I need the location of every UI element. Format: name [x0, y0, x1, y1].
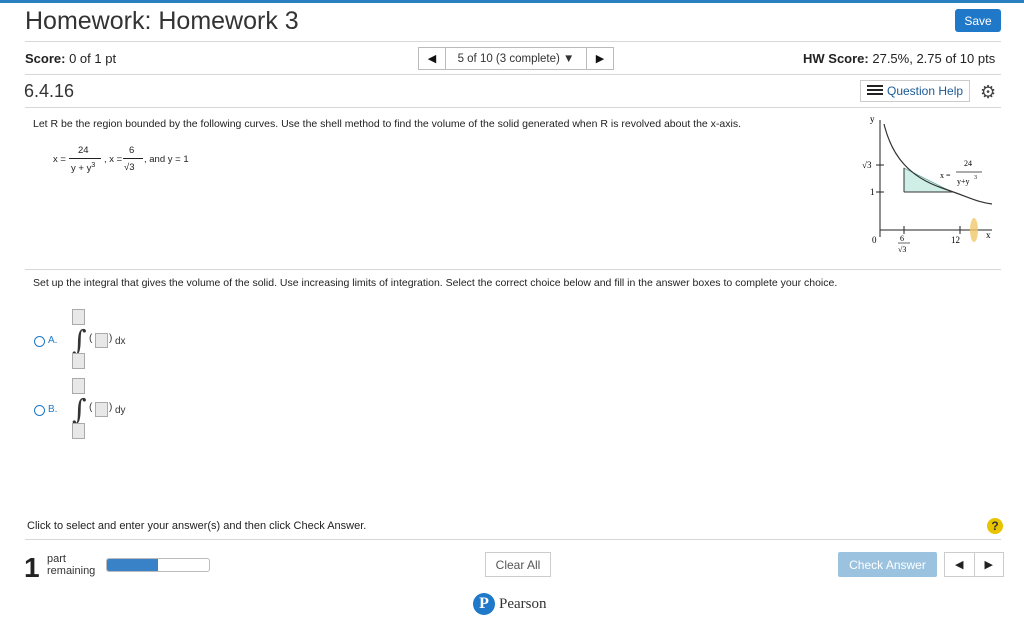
- upper-limit-input-b[interactable]: [72, 378, 85, 394]
- paren-close: ): [109, 333, 113, 344]
- integral-sign: ∫: [72, 393, 87, 426]
- paren-open: (: [89, 333, 93, 344]
- page-title: Homework: Homework 3: [25, 7, 299, 35]
- check-answer-button[interactable]: Check Answer: [838, 552, 937, 577]
- divider: [25, 107, 1001, 108]
- top-accent-bar: [0, 0, 1024, 3]
- clear-all-button[interactable]: Clear All: [485, 552, 551, 577]
- radio-option-b[interactable]: [34, 405, 45, 416]
- footer-question-nav: ◀ ▶: [944, 552, 1004, 577]
- eq1-lhs: x =: [53, 154, 66, 165]
- hw-score-label: HW Score:: [803, 51, 869, 66]
- progress-bar: [106, 558, 210, 572]
- gear-icon[interactable]: ⚙: [980, 82, 996, 103]
- differential-b: dy: [115, 405, 126, 416]
- pearson-logo-text: Pearson: [499, 595, 547, 612]
- prev-question-button[interactable]: ◀: [945, 553, 975, 576]
- eq2-lhs: , x =: [104, 154, 123, 165]
- right-triangle-icon: ▶: [595, 53, 605, 65]
- question-number: 6.4.16: [24, 81, 75, 101]
- divider: [25, 74, 1001, 75]
- fraction-bar: [69, 158, 101, 159]
- y-tick-label: √3: [862, 160, 872, 170]
- score-label: Score:: [25, 51, 66, 66]
- pearson-logo: P Pearson: [473, 593, 547, 615]
- divider: [25, 539, 1001, 540]
- region-graph: y x √3 1 0 6 √3 12 x = 24 y+y 3: [862, 114, 993, 254]
- question-help-label: Question Help: [887, 84, 964, 98]
- x-tick-label: 12: [951, 235, 960, 245]
- parts-remaining-count: 1: [24, 552, 40, 583]
- divider: [25, 41, 1001, 42]
- pearson-logo-mark: P: [473, 593, 495, 615]
- footer-instruction: Click to select and enter your answer(s)…: [27, 520, 367, 532]
- curve-label-lhs: x =: [940, 171, 951, 180]
- help-icon[interactable]: ?: [987, 518, 1003, 534]
- question-help-button[interactable]: Question Help: [860, 80, 970, 102]
- question-select[interactable]: 5 of 10 (3 complete) ▼: [445, 48, 587, 69]
- next-question-button[interactable]: ▶: [587, 48, 613, 69]
- score-value: 0 of 1 pt: [69, 51, 117, 66]
- save-button[interactable]: Save: [955, 9, 1001, 32]
- paren-open: (: [89, 402, 93, 413]
- curve-label-num: 24: [964, 159, 972, 168]
- eq3: , and y = 1: [144, 154, 189, 165]
- progress-fill: [107, 559, 158, 571]
- eq1-numerator: 24: [78, 145, 89, 156]
- left-triangle-icon: ◀: [427, 53, 437, 65]
- curve-label-exp: 3: [974, 175, 977, 181]
- radio-option-a[interactable]: [34, 336, 45, 347]
- setup-instructions: Set up the integral that gives the volum…: [33, 277, 838, 289]
- parts-remaining-label: part remaining: [47, 553, 96, 577]
- score: Score: 0 of 1 pt: [25, 51, 116, 66]
- y-tick-label: 1: [870, 187, 875, 197]
- y-axis-label: y: [870, 114, 875, 124]
- integrand-input-a[interactable]: [95, 333, 108, 348]
- x-axis-label: x: [986, 230, 991, 240]
- paren-close: ): [109, 402, 113, 413]
- eq1-denominator: y + y3: [71, 162, 96, 175]
- option-a-label: A.: [48, 335, 58, 346]
- eq2-numerator: 6: [129, 145, 135, 156]
- curve-label-den: y+y: [957, 177, 970, 186]
- eq2-denominator: √3: [124, 162, 135, 173]
- divider: [25, 269, 1001, 270]
- prev-question-button[interactable]: ◀: [419, 48, 445, 69]
- integrand-input-b[interactable]: [95, 402, 108, 417]
- lower-limit-input-a[interactable]: [72, 353, 85, 369]
- x-tick-label: 0: [872, 235, 877, 245]
- upper-limit-input-a[interactable]: [72, 309, 85, 325]
- hw-score: HW Score: 27.5%, 2.75 of 10 pts: [803, 51, 995, 66]
- question-navigator: ◀ 5 of 10 (3 complete) ▼ ▶: [418, 47, 614, 70]
- x-tick-label: √3: [898, 245, 906, 254]
- next-question-button[interactable]: ▶: [975, 553, 1004, 576]
- fraction-bar: [123, 158, 143, 159]
- question-prompt: Let R be the region bounded by the follo…: [33, 118, 742, 130]
- differential-a: dx: [115, 336, 126, 347]
- lower-limit-input-b[interactable]: [72, 423, 85, 439]
- list-icon: [867, 85, 883, 97]
- option-b-label: B.: [48, 404, 58, 415]
- hw-score-value: 27.5%, 2.75 of 10 pts: [872, 51, 996, 66]
- x-tick-label: 6: [900, 234, 904, 243]
- rotation-solid-icon: [970, 218, 978, 242]
